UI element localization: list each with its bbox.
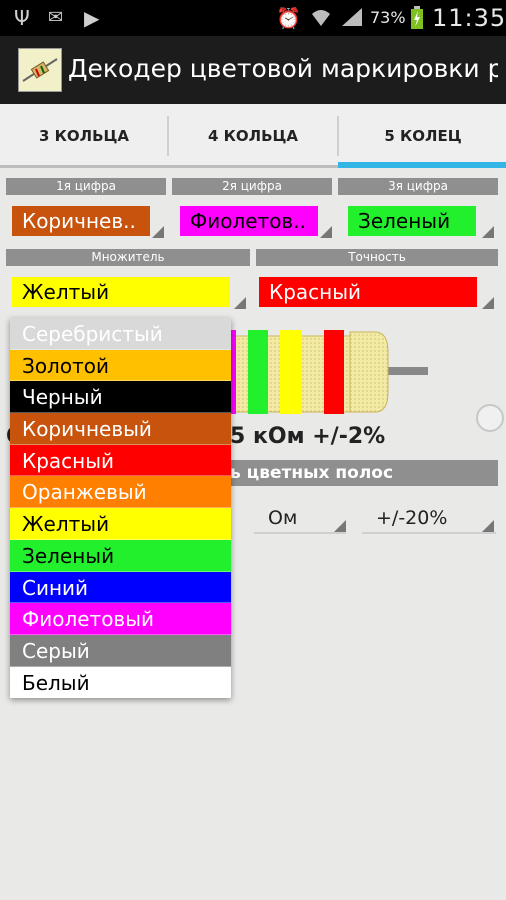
digit3-spinner[interactable]: Зеленый bbox=[348, 206, 476, 236]
multiplier-spinner[interactable]: Желтый bbox=[12, 277, 230, 307]
digit3-value: Зеленый bbox=[358, 209, 451, 233]
digit1-value: Коричнев.. bbox=[22, 209, 136, 233]
tab-active-indicator bbox=[338, 162, 506, 168]
tab-bar: 3 КОЛЬЦА 4 КОЛЬЦА 5 КОЛЕЦ bbox=[0, 104, 506, 168]
status-bar: Ψ ✉ ▶ ⏰ 73% 11:35 bbox=[0, 0, 506, 36]
digit2-value: Фиолетов.. bbox=[190, 209, 306, 233]
signal-icon bbox=[340, 6, 364, 33]
multiplier-value: Желтый bbox=[22, 280, 110, 304]
dropdown-arrow-icon bbox=[482, 226, 494, 238]
scroll-handle[interactable] bbox=[476, 404, 504, 432]
header-digit1: 1я цифра bbox=[6, 178, 166, 195]
dropdown-arrow-icon bbox=[482, 297, 494, 309]
dropdown-option[interactable]: Зеленый bbox=[10, 539, 231, 572]
tolerance-select[interactable]: +/-20% bbox=[366, 503, 486, 533]
header-digit2: 2я цифра bbox=[172, 178, 332, 195]
tab-underline bbox=[169, 165, 338, 168]
gmail-icon: ✉ bbox=[48, 7, 64, 28]
action-bar: Декодер цветовой маркировки ре... bbox=[0, 36, 506, 104]
dropdown-arrow-icon bbox=[320, 226, 332, 238]
dropdown-option[interactable]: Черный bbox=[10, 381, 231, 414]
dropdown-option[interactable]: Белый bbox=[10, 666, 231, 699]
dropdown-option[interactable]: Серый bbox=[10, 634, 231, 667]
dropdown-option[interactable]: Оранжевый bbox=[10, 476, 231, 509]
tab-underline bbox=[0, 165, 169, 168]
play-store-icon: ▶ bbox=[84, 6, 100, 30]
resistor-cap bbox=[349, 331, 389, 413]
spinner-underline bbox=[362, 532, 496, 534]
color-dropdown-list: Серебристый Золотой Черный Коричневый Кр… bbox=[10, 318, 231, 699]
resistance-result: 5 кОм +/-2% bbox=[230, 424, 386, 449]
battery-icon bbox=[410, 6, 424, 35]
tolerance-value: Красный bbox=[269, 280, 362, 304]
wifi-icon bbox=[310, 6, 332, 33]
app-logo-icon[interactable] bbox=[18, 48, 62, 92]
header-tolerance: Точность bbox=[256, 249, 498, 266]
digit2-spinner[interactable]: Фиолетов.. bbox=[180, 206, 318, 236]
dropdown-option[interactable]: Желтый bbox=[10, 508, 231, 540]
clock: 11:35 bbox=[432, 4, 506, 32]
tab-4-rings[interactable]: 4 КОЛЬЦА bbox=[169, 104, 337, 168]
dropdown-arrow-icon bbox=[482, 520, 494, 532]
usb-icon: Ψ bbox=[14, 6, 30, 30]
band-multiplier bbox=[280, 330, 302, 414]
stripes-header-label: ь цветных полос bbox=[230, 463, 394, 483]
battery-percent: 73% bbox=[370, 8, 406, 27]
band-tolerance bbox=[324, 330, 344, 414]
resistor-illustration bbox=[229, 322, 430, 422]
alarm-icon: ⏰ bbox=[276, 6, 301, 30]
dropdown-option[interactable]: Золотой bbox=[10, 349, 231, 382]
header-multiplier: Множитель bbox=[6, 249, 250, 266]
tab-5-rings[interactable]: 5 КОЛЕЦ bbox=[339, 104, 506, 168]
stripes-header: ь цветных полос bbox=[230, 460, 498, 486]
dropdown-arrow-icon bbox=[234, 297, 246, 309]
tab-3-rings[interactable]: 3 КОЛЬЦА bbox=[0, 104, 168, 168]
tolerance-spinner[interactable]: Красный bbox=[259, 277, 477, 307]
dropdown-arrow-icon bbox=[152, 226, 164, 238]
spinner-underline bbox=[254, 532, 346, 534]
band-digit3 bbox=[248, 330, 268, 414]
dropdown-option[interactable]: Фиолетовый bbox=[10, 603, 231, 635]
dropdown-option[interactable]: Красный bbox=[10, 444, 231, 477]
dropdown-option[interactable]: Серебристый bbox=[10, 318, 231, 350]
digit1-spinner[interactable]: Коричнев.. bbox=[12, 206, 150, 236]
dropdown-arrow-icon bbox=[334, 520, 346, 532]
tolerance-select-value: +/-20% bbox=[376, 507, 448, 529]
dropdown-option[interactable]: Синий bbox=[10, 571, 231, 604]
dropdown-option[interactable]: Коричневый bbox=[10, 413, 231, 445]
app-title: Декодер цветовой маркировки ре... bbox=[68, 54, 498, 83]
header-digit3: 3я цифра bbox=[338, 178, 498, 195]
